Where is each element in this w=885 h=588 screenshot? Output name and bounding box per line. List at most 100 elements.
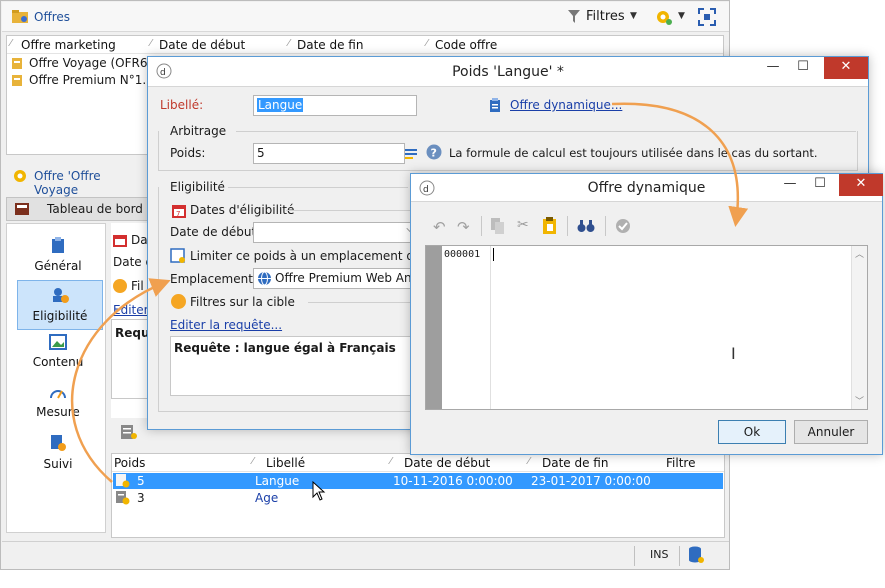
main-toolbar: Offres Filtres ▼ ▼ xyxy=(2,2,729,32)
edit-query-link[interactable]: Editer la requête... xyxy=(170,318,282,332)
query-text: Requête : langue égal à Français xyxy=(174,341,396,355)
location-limit-checkbox[interactable] xyxy=(170,248,186,267)
copy-icon[interactable] xyxy=(491,218,505,237)
formula-editor-icon[interactable] xyxy=(404,147,418,164)
offer-settings-icon xyxy=(12,168,28,187)
minimize-icon[interactable]: — xyxy=(758,57,788,79)
scroll-up-icon[interactable]: ︿ xyxy=(855,247,864,260)
close-icon[interactable]: ✕ xyxy=(824,57,868,79)
offer-name: Offre Premium N°1... xyxy=(29,73,154,87)
redo-icon[interactable]: ↷ xyxy=(457,218,470,236)
list-edit-icon[interactable] xyxy=(121,425,137,442)
image-icon xyxy=(17,334,99,353)
paste-icon[interactable] xyxy=(543,217,557,237)
query-box: Requête : langue égal à Français xyxy=(170,336,420,396)
gear-action-icon[interactable] xyxy=(654,8,674,29)
validate-icon[interactable] xyxy=(615,218,631,237)
poids-input[interactable]: 5 xyxy=(253,143,405,164)
filtres-label: Filtres sur la cible xyxy=(190,295,295,309)
weights-table: Poids ⁄ Libellé ⁄ Date de début ⁄ Date d… xyxy=(111,453,725,538)
binoculars-icon[interactable] xyxy=(577,219,595,236)
gauge-icon xyxy=(17,384,99,403)
offer-detail-title: Offre 'Offre Voyage xyxy=(6,165,146,197)
info-icon: ? xyxy=(426,144,442,163)
column-header-end[interactable]: Date de fin xyxy=(297,38,363,52)
database-icon[interactable] xyxy=(688,546,704,567)
breadcrumb[interactable]: Offres xyxy=(34,10,70,24)
offer-icon xyxy=(11,57,23,73)
dynamic-offer-link[interactable]: Offre dynamique... xyxy=(510,98,622,112)
orange-status-dot xyxy=(171,294,186,309)
ok-button[interactable]: Ok xyxy=(718,420,786,444)
dynamic-offer-dialog: d Offre dynamique — ☐ ✕ ↶ ↷ ✂ 000001 I ︿… xyxy=(410,173,883,455)
undo-icon[interactable]: ↶ xyxy=(433,218,446,236)
calendar-icon: 7 xyxy=(172,203,186,221)
minimize-icon[interactable]: — xyxy=(775,174,805,196)
offers-list-header: ⁄ Offre marketing ⁄ Date de début ⁄ Date… xyxy=(7,36,723,54)
cut-icon[interactable]: ✂ xyxy=(517,217,529,233)
offer-name: Offre Voyage (OFR6) xyxy=(29,56,153,70)
emplacement-input[interactable]: Offre Premium Web Anon xyxy=(253,268,427,289)
offer-icon xyxy=(11,74,23,90)
column-header-code[interactable]: Code offre xyxy=(435,38,497,52)
fullscreen-icon[interactable] xyxy=(698,8,716,29)
editor-toolbar: ↶ ↷ ✂ xyxy=(425,214,868,238)
side-navigation: Général Eligibilité Contenu Mesure Suivi xyxy=(6,223,106,533)
filter-icon[interactable] xyxy=(568,10,580,26)
vertical-scrollbar[interactable]: ︿ ﹀ xyxy=(851,246,867,409)
status-bar: INS xyxy=(2,541,729,569)
clipboard-icon xyxy=(17,236,99,257)
column-header-date-debut[interactable]: Date de début xyxy=(404,456,490,470)
text-cursor-icon: I xyxy=(731,344,736,363)
close-icon[interactable]: ✕ xyxy=(839,174,883,196)
dashboard-icon xyxy=(15,203,29,218)
filters-button[interactable]: Filtres xyxy=(586,9,625,24)
poids-label: Poids: xyxy=(170,146,206,160)
libelle-label: Libellé: xyxy=(160,98,204,112)
table-row[interactable]: 3 Age xyxy=(113,490,723,506)
sidebar-item-eligibilite[interactable]: Eligibilité xyxy=(17,280,103,330)
folder-icon xyxy=(12,9,28,26)
table-row[interactable]: 5 Langue 10-11-2016 0:00:00 23-01-2017 0… xyxy=(113,473,723,489)
query-box-fragment: Requ xyxy=(111,319,151,399)
eligibility-icon xyxy=(18,286,102,307)
tracking-icon xyxy=(17,434,99,455)
calendar-icon xyxy=(113,233,127,250)
column-header-offer[interactable]: Offre marketing xyxy=(21,38,116,52)
libelle-input[interactable]: Langue xyxy=(253,95,417,116)
poids-dialog-titlebar: d Poids 'Langue' * — ☐ ✕ xyxy=(148,57,868,87)
limit-label: Limiter ce poids à un emplacement donn xyxy=(190,249,437,263)
edit-link[interactable]: Editer xyxy=(113,303,149,317)
scroll-down-icon[interactable]: ﹀ xyxy=(855,394,864,407)
formula-info-text: La formule de calcul est toujours utilis… xyxy=(449,146,818,160)
cancel-button[interactable]: Annuler xyxy=(794,420,868,444)
tab-dashboard[interactable]: Tableau de bord xyxy=(6,197,148,221)
sidebar-item-suivi[interactable]: Suivi xyxy=(17,434,99,480)
date-debut-input[interactable]: ⌵ xyxy=(253,222,418,243)
maximize-icon[interactable]: ☐ xyxy=(788,57,818,79)
code-editor[interactable]: 000001 I ︿ ﹀ xyxy=(425,245,868,410)
maximize-icon[interactable]: ☐ xyxy=(805,174,835,196)
sidebar-item-mesure[interactable]: Mesure xyxy=(17,384,99,430)
editor-gutter xyxy=(426,246,442,409)
dynamic-dialog-titlebar: d Offre dynamique — ☐ ✕ xyxy=(411,174,883,202)
column-header-poids[interactable]: Poids xyxy=(114,456,145,470)
column-header-filtre[interactable]: Filtre xyxy=(666,456,695,470)
column-header-date-fin[interactable]: Date de fin xyxy=(542,456,608,470)
column-header-start[interactable]: Date de début xyxy=(159,38,245,52)
emplacement-label: Emplacement: xyxy=(170,272,257,286)
column-header-libelle[interactable]: Libellé xyxy=(266,456,305,470)
list-item[interactable]: Offre Voyage (OFR6) xyxy=(9,55,159,71)
svg-text:7: 7 xyxy=(176,210,180,218)
orange-status-dot xyxy=(113,279,127,293)
svg-text:?: ? xyxy=(431,147,437,160)
chevron-down-icon[interactable]: ▼ xyxy=(630,11,637,21)
weights-table-header: Poids ⁄ Libellé ⁄ Date de début ⁄ Date d… xyxy=(112,454,724,472)
mouse-cursor-icon xyxy=(312,480,326,504)
list-item[interactable]: Offre Premium N°1... xyxy=(9,72,159,88)
weight-row-icon xyxy=(116,491,130,508)
sidebar-item-general[interactable]: Général xyxy=(17,236,99,282)
sidebar-item-contenu[interactable]: Contenu xyxy=(17,334,99,380)
weight-row-icon xyxy=(116,474,130,491)
chevron-down-icon[interactable]: ▼ xyxy=(678,11,685,21)
